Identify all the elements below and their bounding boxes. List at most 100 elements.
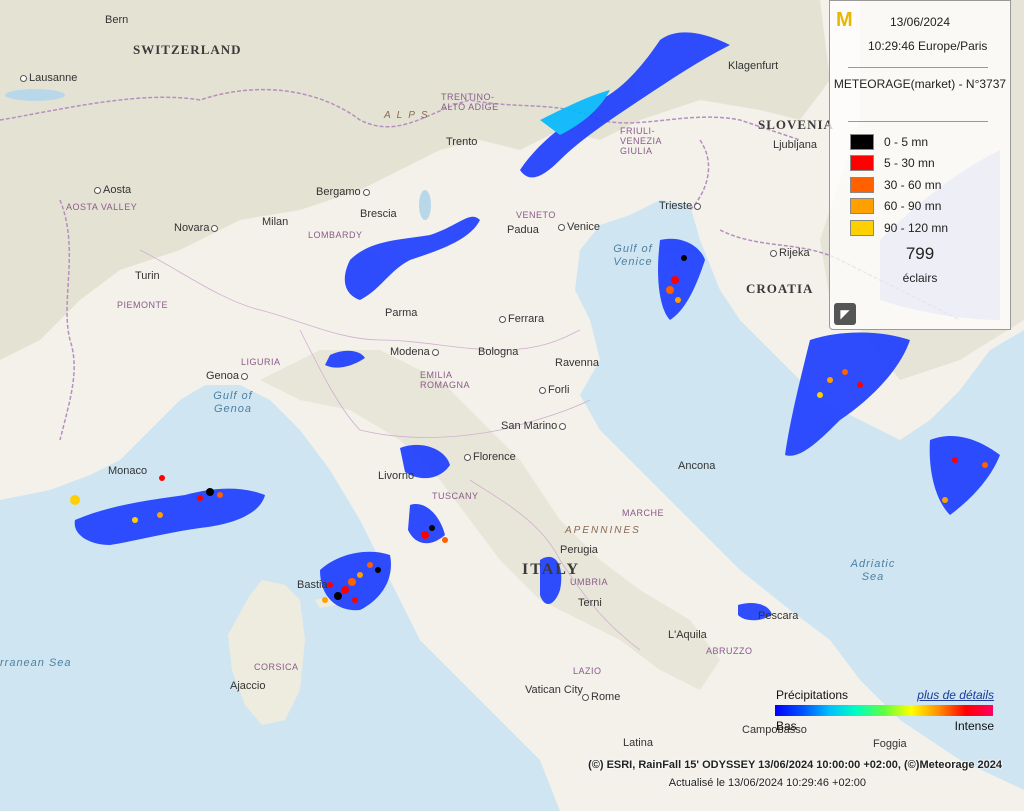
legend-item: 0 - 5 mn bbox=[850, 131, 948, 153]
lightning-strike bbox=[842, 369, 848, 375]
lightning-strike bbox=[429, 525, 435, 531]
lightning-strike bbox=[217, 492, 223, 498]
city-label: Novara bbox=[174, 222, 220, 234]
legend-swatch bbox=[850, 219, 874, 236]
city-label: L'Aquila bbox=[668, 629, 707, 641]
city-label: Lausanne bbox=[18, 72, 77, 84]
sea-label: Gulf of Genoa bbox=[213, 390, 253, 415]
lightning-strike bbox=[322, 597, 328, 603]
city-label: Bergamo bbox=[316, 186, 372, 198]
city-label: Turin bbox=[135, 270, 160, 282]
lightning-strike bbox=[206, 488, 214, 496]
precipitation-high-label: Intense bbox=[954, 719, 994, 733]
region-label: EMILIA ROMAGNA bbox=[420, 370, 471, 390]
region-label: CORSICA bbox=[254, 662, 299, 672]
region-label: UMBRIA bbox=[570, 577, 609, 587]
lightning-strike bbox=[352, 597, 358, 603]
lightning-strike bbox=[421, 531, 429, 539]
city-label: Ferrara bbox=[497, 313, 544, 325]
legend-date: 13/06/2024 bbox=[889, 15, 951, 29]
city-label: Ajaccio bbox=[230, 680, 266, 692]
lightning-strike bbox=[348, 578, 356, 586]
city-label: Foggia bbox=[873, 738, 907, 750]
lake-geneva bbox=[5, 89, 65, 101]
city-label: San Marino bbox=[501, 420, 568, 432]
city-label: Bastia bbox=[297, 579, 328, 591]
city-label: Bologna bbox=[478, 346, 519, 358]
legend-items: 0 - 5 mn 5 - 30 mn 30 - 60 mn 60 - 90 mn… bbox=[850, 131, 948, 239]
sea-label: Gulf of Venice bbox=[613, 243, 653, 268]
city-label: Klagenfurt bbox=[728, 60, 779, 72]
city-label: Brescia bbox=[360, 208, 397, 220]
city-label: Modena bbox=[390, 346, 441, 358]
lightning-strike bbox=[857, 382, 863, 388]
city-label: Pescara bbox=[758, 610, 799, 622]
city-label: Ljubljana bbox=[773, 139, 818, 151]
region-label: PIEMONTE bbox=[117, 300, 169, 310]
lightning-strike bbox=[442, 537, 448, 543]
legend-item: 5 - 30 mn bbox=[850, 153, 948, 175]
lightning-legend-panel: M 13/06/2024 10:29:46 Europe/Paris METEO… bbox=[829, 0, 1011, 330]
precipitation-low-label: Bas bbox=[776, 719, 797, 733]
lightning-strike bbox=[952, 457, 958, 463]
city-label: Ravenna bbox=[555, 357, 600, 369]
mountain-label: ALPS bbox=[384, 110, 434, 121]
sea-label: rranean Sea bbox=[0, 657, 72, 669]
legend-item: 90 - 120 mn bbox=[850, 217, 948, 239]
region-label: FRIULI-VENEZIA GIULIA bbox=[620, 126, 662, 156]
region-label: VENETO bbox=[516, 210, 556, 220]
region-label: LAZIO bbox=[573, 666, 602, 676]
lightning-strike bbox=[375, 567, 381, 573]
update-timestamp: Actualisé le 13/06/2024 10:29:46 +02:00 bbox=[668, 777, 866, 789]
lightning-strike bbox=[671, 276, 679, 284]
lightning-strike bbox=[132, 517, 138, 523]
city-label: Latina bbox=[623, 737, 653, 749]
lake-garda bbox=[419, 190, 431, 220]
lightning-strike bbox=[70, 495, 80, 505]
lightning-strike bbox=[341, 586, 349, 594]
city-label: Padua bbox=[507, 224, 539, 236]
sea-label: Adriatic Sea bbox=[850, 558, 896, 583]
region-label: MARCHE bbox=[622, 508, 665, 518]
arrow-icon[interactable]: ◤ bbox=[834, 303, 856, 325]
lightning-strike bbox=[334, 592, 342, 600]
region-label: ABRUZZO bbox=[706, 646, 753, 656]
city-label: Genoa bbox=[206, 370, 250, 382]
lightning-strike bbox=[982, 462, 988, 468]
precipitation-color-bar bbox=[775, 705, 993, 716]
lightning-count-label: éclairs bbox=[902, 271, 938, 285]
city-label: Milan bbox=[262, 216, 289, 228]
mountain-label: APENNINES bbox=[565, 525, 641, 536]
legend-divider bbox=[848, 67, 988, 68]
region-label: AOSTA VALLEY bbox=[66, 202, 138, 212]
city-label: Livorno bbox=[378, 470, 415, 482]
lightning-count: 799 bbox=[905, 244, 935, 263]
city-label: Parma bbox=[385, 307, 418, 319]
lightning-strike bbox=[159, 475, 165, 481]
legend-swatch bbox=[850, 133, 874, 150]
city-label: Rijeka bbox=[768, 247, 810, 259]
city-label: Bern bbox=[105, 14, 129, 26]
region-label: TUSCANY bbox=[432, 491, 479, 501]
lightning-strike bbox=[197, 495, 203, 501]
legend-divider bbox=[848, 121, 988, 122]
lightning-strike bbox=[675, 297, 681, 303]
country-label-croatia: CROATIA bbox=[746, 281, 814, 296]
country-label-switzerland: SWITZERLAND bbox=[133, 42, 242, 57]
legend-swatch bbox=[850, 176, 874, 193]
city-label: Aosta bbox=[92, 184, 131, 196]
lightning-strike bbox=[666, 286, 674, 294]
lightning-strike bbox=[357, 572, 363, 578]
city-label: Vatican City bbox=[525, 684, 583, 696]
city-label: Trento bbox=[446, 136, 478, 148]
city-label: Trieste bbox=[659, 200, 703, 212]
city-label: Perugia bbox=[560, 544, 598, 556]
legend-item: 60 - 90 mn bbox=[850, 196, 948, 218]
details-link[interactable]: plus de détails bbox=[917, 688, 994, 702]
lightning-strike bbox=[157, 512, 163, 518]
lightning-strike bbox=[681, 255, 687, 261]
legend-swatch bbox=[850, 155, 874, 172]
lightning-strike bbox=[942, 497, 948, 503]
city-label: Ancona bbox=[678, 460, 716, 472]
precipitation-title: Précipitations bbox=[776, 688, 849, 702]
